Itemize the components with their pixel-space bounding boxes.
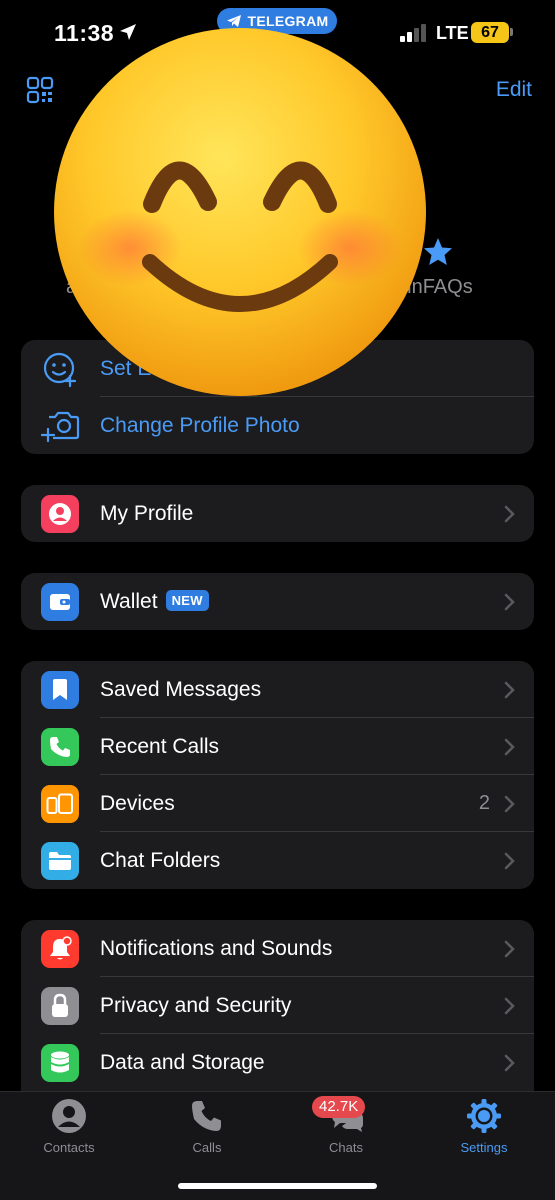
wallet-row[interactable]: Wallet NEW xyxy=(21,573,534,630)
data-storage-row[interactable]: Data and Storage xyxy=(21,1034,534,1091)
devices-count: 2 xyxy=(478,792,490,814)
battery-tip xyxy=(510,28,513,36)
data-storage-label: Data and Storage xyxy=(100,1050,265,1074)
wallet-label: Wallet xyxy=(100,589,158,613)
battery-icon: 67 xyxy=(471,22,509,43)
privacy-row[interactable]: Privacy and Security xyxy=(21,977,534,1034)
bell-icon xyxy=(41,929,79,968)
lock-icon xyxy=(41,986,79,1025)
person-icon xyxy=(41,494,79,533)
chevron-right-icon xyxy=(504,1054,515,1071)
notifications-row[interactable]: Notifications and Sounds xyxy=(21,920,534,977)
devices-icon xyxy=(41,784,79,823)
devices-row[interactable]: Devices 2 xyxy=(21,775,534,832)
chats-unread-badge: 42.7K xyxy=(312,1096,366,1118)
saved-messages-row[interactable]: Saved Messages xyxy=(21,661,534,718)
privacy-label: Privacy and Security xyxy=(100,993,292,1017)
recent-calls-row[interactable]: Recent Calls xyxy=(21,718,534,775)
chevron-right-icon xyxy=(504,738,515,755)
chevron-right-icon xyxy=(504,852,515,869)
folder-icon xyxy=(41,841,79,880)
change-profile-photo-row[interactable]: Change Profile Photo xyxy=(21,397,534,454)
chevron-right-icon xyxy=(504,795,515,812)
saved-messages-label: Saved Messages xyxy=(100,677,262,701)
chevron-right-icon xyxy=(504,681,515,698)
contacts-icon xyxy=(52,1099,86,1133)
tab-contacts-label: Contacts xyxy=(43,1140,95,1155)
network-type: LTE xyxy=(436,23,469,43)
phone-icon xyxy=(192,1101,221,1131)
tab-settings[interactable]: Settings xyxy=(434,1098,534,1158)
tab-contacts[interactable]: Contacts xyxy=(19,1098,119,1158)
smiling-face-icon xyxy=(54,28,426,396)
settings-icon xyxy=(467,1099,501,1133)
wallet-icon xyxy=(41,582,79,621)
change-profile-photo-label: Change Profile Photo xyxy=(100,413,300,437)
tab-settings-label: Settings xyxy=(460,1140,508,1155)
edit-button[interactable]: Edit xyxy=(496,78,532,102)
settings-group: Notifications and Sounds Privacy and Sec… xyxy=(21,920,534,1092)
chevron-right-icon xyxy=(504,940,515,957)
tab-calls-label: Calls xyxy=(192,1140,222,1155)
phone-icon xyxy=(41,727,79,766)
tab-chats-label: Chats xyxy=(329,1140,363,1155)
wallet-label-wrap: Wallet NEW xyxy=(100,589,209,614)
chevron-right-icon xyxy=(504,997,515,1014)
tab-calls[interactable]: Calls xyxy=(157,1098,257,1158)
home-indicator[interactable] xyxy=(178,1183,377,1189)
notifications-label: Notifications and Sounds xyxy=(100,936,333,960)
database-icon xyxy=(41,1043,79,1082)
main-group: Saved Messages Recent Calls Devices 2 Ch… xyxy=(21,661,534,889)
chat-folders-label: Chat Folders xyxy=(100,848,221,872)
battery-level: 67 xyxy=(481,24,499,41)
camera-add-icon xyxy=(41,411,80,442)
my-profile-row[interactable]: My Profile xyxy=(21,485,534,542)
chat-folders-row[interactable]: Chat Folders xyxy=(21,832,534,889)
recent-calls-label: Recent Calls xyxy=(100,734,220,758)
devices-label: Devices xyxy=(100,791,175,815)
chevron-right-icon xyxy=(504,593,515,610)
my-profile-label: My Profile xyxy=(100,501,194,525)
qr-code-icon[interactable] xyxy=(26,76,54,104)
bookmark-icon xyxy=(41,670,79,709)
new-badge: NEW xyxy=(165,589,209,611)
my-profile-group: My Profile xyxy=(21,485,534,542)
chevron-right-icon xyxy=(504,505,515,522)
wallet-group: Wallet NEW xyxy=(21,573,534,630)
